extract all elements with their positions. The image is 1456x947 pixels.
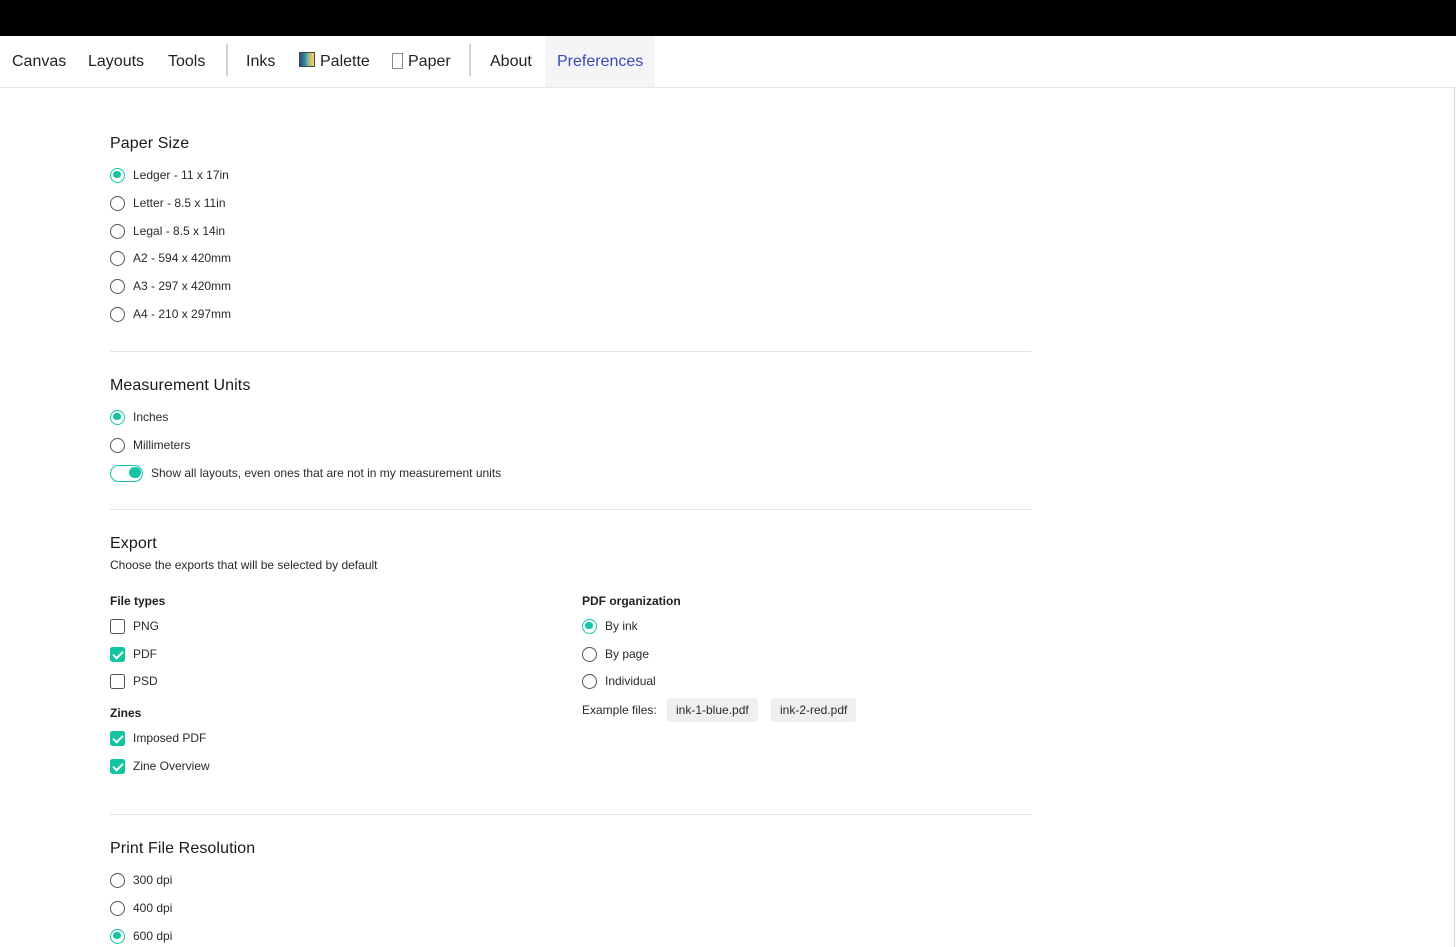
show-all-layouts-toggle-row[interactable]: Show all layouts, even ones that are not…: [110, 464, 501, 482]
nav-preferences[interactable]: Preferences: [545, 36, 656, 87]
nav-paper[interactable]: Paper: [392, 36, 451, 87]
option-label: Zine Overview: [133, 759, 210, 773]
window-top-bar: [0, 0, 1456, 36]
nav-layouts-label: Layouts: [88, 53, 145, 70]
checkbox-icon[interactable]: [110, 673, 125, 689]
section-divider: [110, 814, 1031, 815]
nav-about-label: About: [490, 53, 532, 70]
option-label: Inches: [133, 410, 169, 424]
option-label: 300 dpi: [133, 873, 173, 887]
radio-selected-icon[interactable]: [110, 928, 125, 944]
measurement-units-title: Measurement Units: [110, 377, 251, 394]
nav-about[interactable]: About: [490, 36, 532, 87]
zine-option[interactable]: Imposed PDF: [110, 729, 206, 747]
paper-size-option[interactable]: A4 - 210 x 297mm: [110, 305, 231, 323]
paper-size-option[interactable]: Ledger - 11 x 17in: [110, 166, 229, 184]
nav-canvas[interactable]: Canvas: [12, 36, 66, 87]
option-label: A3 - 297 x 420mm: [133, 279, 232, 293]
checkbox-icon[interactable]: [110, 618, 125, 634]
pdf-organization-option[interactable]: Individual: [582, 672, 656, 690]
paper-swatch-icon: [392, 53, 403, 69]
option-label: PDF: [133, 647, 157, 661]
option-label: Millimeters: [133, 438, 191, 452]
checkbox-checked-icon[interactable]: [110, 646, 125, 662]
paper-size-option[interactable]: A2 - 594 x 420mm: [110, 249, 231, 267]
example-files-label: Example files:: [582, 703, 657, 717]
option-label: By page: [605, 647, 650, 661]
export-title: Export: [110, 535, 157, 552]
file-type-option[interactable]: PNG: [110, 617, 159, 635]
toggle-switch[interactable]: [110, 464, 143, 482]
nav-inks[interactable]: Inks: [246, 36, 275, 87]
radio-icon[interactable]: [110, 278, 125, 294]
nav-canvas-label: Canvas: [12, 53, 67, 70]
file-types-label: File types: [110, 594, 166, 608]
nav-preferences-label: Preferences: [557, 53, 644, 70]
pdf-organization-option[interactable]: By page: [582, 645, 649, 663]
paper-size-option[interactable]: A3 - 297 x 420mm: [110, 277, 231, 295]
resolution-option[interactable]: 400 dpi: [110, 899, 172, 917]
radio-icon[interactable]: [110, 437, 125, 453]
file-type-option[interactable]: PSD: [110, 672, 158, 690]
paper-size-title: Paper Size: [110, 135, 190, 152]
resolution-option[interactable]: 600 dpi: [110, 927, 172, 945]
export-subtitle: Choose the exports that will be selected…: [110, 558, 378, 572]
units-option[interactable]: Inches: [110, 408, 168, 426]
option-label: A4 - 210 x 297mm: [133, 307, 232, 321]
radio-icon[interactable]: [110, 872, 125, 888]
top-navigation: Canvas Layouts Tools Inks Palette Paper …: [0, 36, 1456, 88]
print-resolution-title: Print File Resolution: [110, 840, 256, 857]
toggle-label: Show all layouts, even ones that are not…: [151, 466, 502, 480]
option-label: 400 dpi: [133, 901, 173, 915]
section-divider: [110, 509, 1031, 510]
nav-separator: [226, 44, 228, 76]
option-label: PNG: [133, 619, 160, 633]
radio-icon[interactable]: [110, 250, 125, 266]
radio-icon[interactable]: [110, 306, 125, 322]
option-label: Letter - 8.5 x 11in: [133, 196, 226, 210]
nav-tools-label: Tools: [168, 53, 206, 70]
checkbox-checked-icon[interactable]: [110, 758, 125, 774]
option-label: PSD: [133, 674, 158, 688]
section-divider: [110, 351, 1031, 352]
radio-icon[interactable]: [110, 900, 125, 916]
option-label: Individual: [605, 674, 656, 688]
units-option[interactable]: Millimeters: [110, 436, 190, 454]
radio-icon[interactable]: [582, 646, 597, 662]
checkbox-checked-icon[interactable]: [110, 730, 125, 746]
pdf-organization-label: PDF organization: [582, 594, 681, 608]
option-label: 600 dpi: [133, 929, 173, 943]
window-right-border: [1454, 36, 1455, 947]
radio-selected-icon[interactable]: [110, 167, 125, 183]
nav-inks-label: Inks: [246, 53, 276, 70]
palette-swatch-icon: [299, 52, 315, 67]
nav-palette[interactable]: Palette: [299, 36, 370, 87]
nav-tools[interactable]: Tools: [168, 36, 205, 87]
example-file-chip: ink-2-red.pdf: [771, 698, 857, 722]
radio-icon[interactable]: [110, 223, 125, 239]
nav-palette-label: Palette: [320, 53, 370, 70]
radio-icon[interactable]: [110, 195, 125, 211]
option-label: A2 - 594 x 420mm: [133, 251, 232, 265]
example-file-chip: ink-1-blue.pdf: [667, 698, 758, 722]
radio-selected-icon[interactable]: [110, 409, 125, 425]
option-label: Ledger - 11 x 17in: [133, 168, 229, 182]
zine-option[interactable]: Zine Overview: [110, 757, 210, 775]
zines-label: Zines: [110, 706, 142, 720]
pdf-organization-option[interactable]: By ink: [582, 617, 638, 635]
option-label: Legal - 8.5 x 14in: [133, 224, 226, 238]
radio-selected-icon[interactable]: [582, 618, 597, 634]
nav-layouts[interactable]: Layouts: [88, 36, 144, 87]
file-type-option[interactable]: PDF: [110, 645, 157, 663]
nav-paper-label: Paper: [408, 53, 451, 70]
option-label: By ink: [605, 619, 638, 633]
nav-separator: [469, 44, 471, 76]
paper-size-option[interactable]: Letter - 8.5 x 11in: [110, 194, 226, 212]
radio-icon[interactable]: [582, 673, 597, 689]
resolution-option[interactable]: 300 dpi: [110, 871, 172, 889]
option-label: Imposed PDF: [133, 731, 207, 745]
paper-size-option[interactable]: Legal - 8.5 x 14in: [110, 222, 225, 240]
